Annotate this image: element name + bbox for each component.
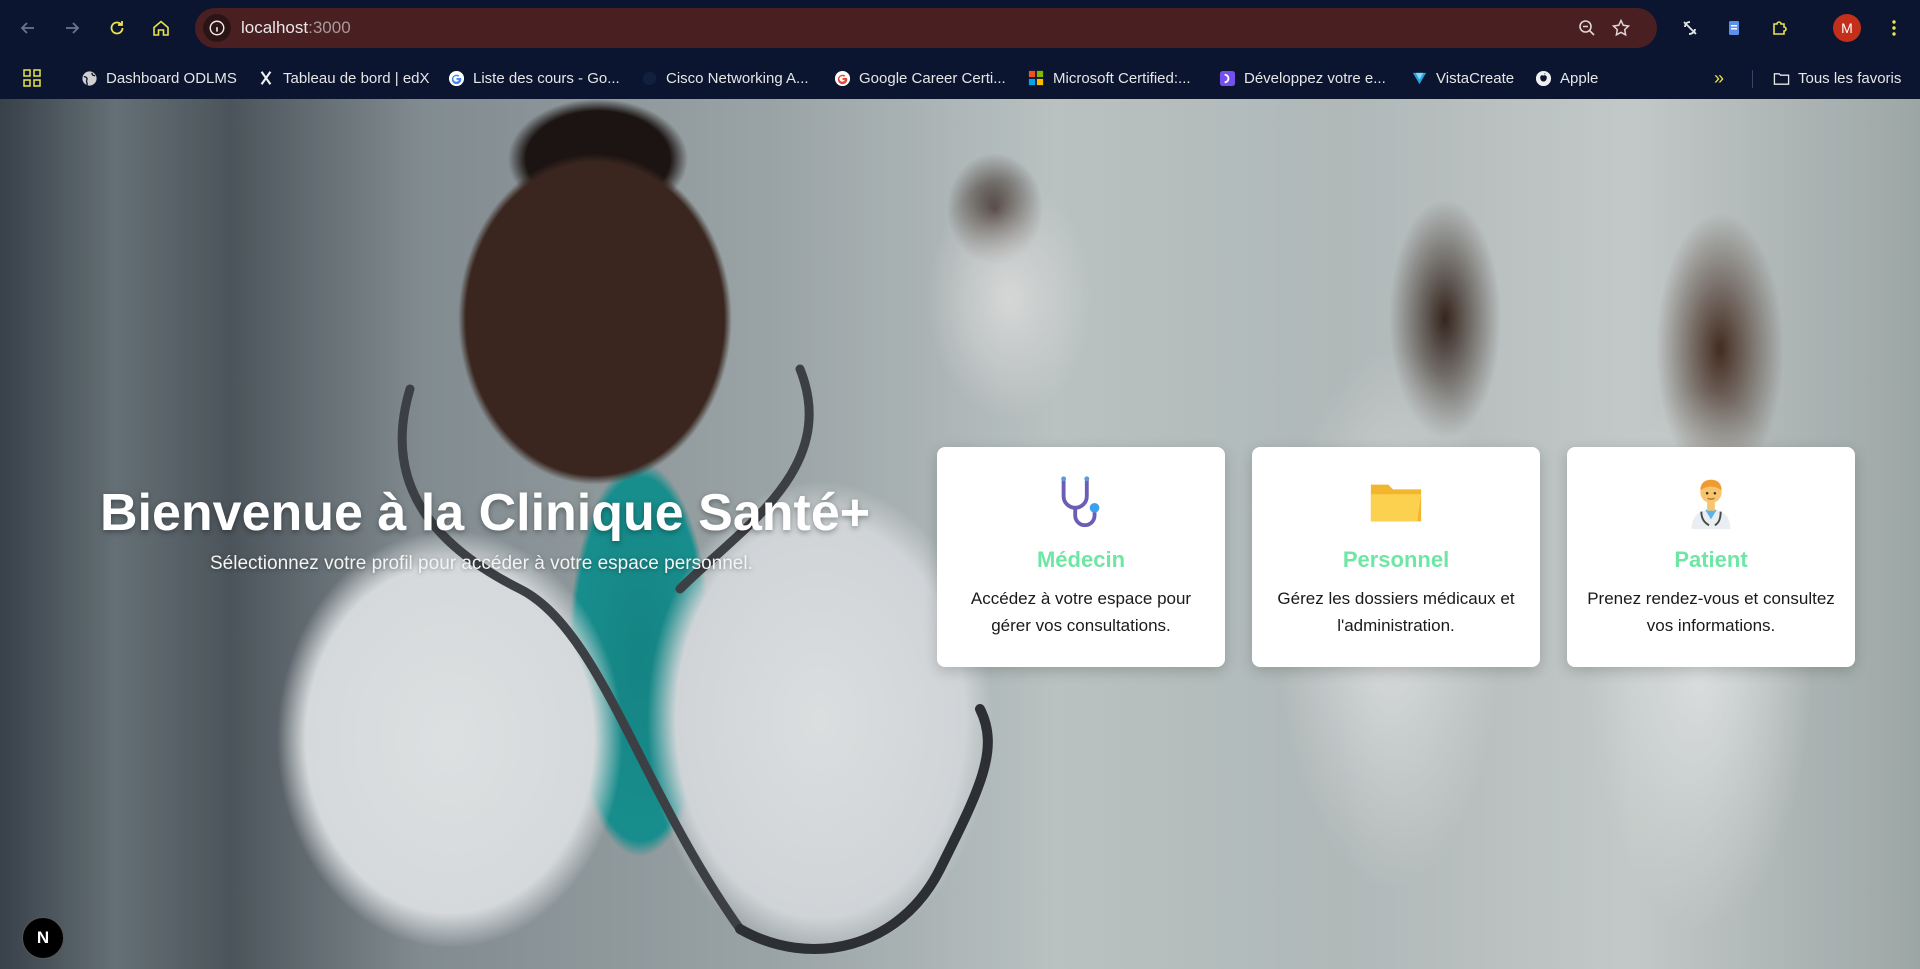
reload-button[interactable] [101,12,133,44]
folder-outline-icon [1772,69,1790,87]
profile-avatar[interactable]: M [1833,14,1861,42]
bookmark-label: Tous les favoris [1798,69,1902,87]
globe-icon [80,69,98,87]
bookmark-google-career[interactable]: Google Career Certi... [833,66,1006,90]
site-info-icon[interactable] [203,14,231,42]
profile-card-patient[interactable]: Patient Prenez rendez-vous et consultez … [1567,447,1855,667]
extensions-puzzle-icon[interactable] [1766,14,1794,42]
apps-grid-icon[interactable] [22,66,42,90]
card-title: Médecin [1036,547,1126,572]
profile-card-medecin[interactable]: Médecin Accédez à votre espace pour gére… [937,447,1225,667]
bookmark-label: Dashboard ODLMS [106,69,237,87]
card-title: Personnel [1342,547,1450,572]
forward-button[interactable] [56,12,88,44]
health-worker-icon [1567,473,1855,531]
url-text[interactable]: localhost:3000 [241,18,351,38]
stethoscope-icon [937,473,1225,531]
reload-icon [110,21,124,35]
cisco-icon [640,69,658,87]
bookmarks-overflow-chevron-icon[interactable]: » [1714,66,1724,90]
extension-docs-icon[interactable] [1720,14,1748,42]
openclassrooms-icon [1218,69,1236,87]
bookmark-label: Liste des cours - Go... [473,69,620,87]
bookmark-label: Apple [1560,69,1599,87]
apple-icon [1534,69,1552,87]
url-host: localhost [241,18,309,37]
google-icon [447,69,465,87]
bookmarks-bar: Dashboard ODLMS Tableau de bord | edX Li… [0,56,1920,99]
edx-icon [257,69,275,87]
bookmark-star-icon[interactable] [1609,16,1633,40]
bookmark-dashboard-odlms[interactable]: Dashboard ODLMS [80,66,237,90]
microsoft-icon [1027,69,1045,87]
home-icon [153,20,169,36]
address-bar[interactable]: localhost:3000 [195,8,1657,48]
card-description: Accédez à votre espace pour gérer vos co… [970,589,1192,635]
url-port: :3000 [308,18,351,37]
all-bookmarks-folder[interactable]: Tous les favoris [1772,66,1901,90]
arrow-right-icon [66,22,80,34]
bookmark-edx[interactable]: Tableau de bord | edX [257,66,430,90]
google-icon [833,69,851,87]
bookmark-vistacreate[interactable]: VistaCreate [1410,66,1514,90]
bookmark-apple[interactable]: Apple [1534,66,1598,90]
more-menu-icon[interactable] [1880,14,1908,42]
bookmark-liste-des-cours[interactable]: Liste des cours - Go... [447,66,620,90]
bookmark-label: Microsoft Certified:... [1053,69,1191,87]
zoom-icon[interactable] [1575,16,1599,40]
hero-section: Bienvenue à la Clinique Santé+ Sélection… [0,99,1920,969]
browser-chrome: localhost:3000 M Dashboard ODLMS Tableau… [0,0,1920,99]
bookmark-label: Cisco Networking A... [666,69,809,87]
vistacreate-icon [1410,69,1428,87]
back-button[interactable] [12,12,44,44]
bookmark-label: Tableau de bord | edX [283,69,430,87]
card-description: Gérez les dossiers médicaux et l'adminis… [1277,589,1515,635]
profile-card-personnel[interactable]: Personnel Gérez les dossiers médicaux et… [1252,447,1540,667]
card-title: Patient [1674,547,1748,572]
bookmark-label: VistaCreate [1436,69,1515,87]
bookmark-label: Google Career Certi... [859,69,1006,87]
card-description: Prenez rendez-vous et consultez vos info… [1587,589,1835,635]
bookmark-label: Développez votre e... [1244,69,1386,87]
page-title: Bienvenue à la Clinique Santé+ [100,484,871,542]
page-subtitle: Sélectionnez votre profil pour accéder à… [210,553,753,574]
browser-toolbar: localhost:3000 M [0,0,1920,56]
bookmark-microsoft[interactable]: Microsoft Certified:... [1027,66,1191,90]
arrow-left-icon [20,22,34,34]
extension-cookie-icon[interactable] [1676,14,1704,42]
nextjs-dev-indicator[interactable]: N [22,917,64,959]
bookmark-cisco[interactable]: Cisco Networking A... [640,66,809,90]
bookmarks-divider [1752,70,1753,88]
home-button[interactable] [145,12,177,44]
folder-icon [1252,473,1540,531]
bookmark-openclassrooms[interactable]: Développez votre e... [1218,66,1386,90]
